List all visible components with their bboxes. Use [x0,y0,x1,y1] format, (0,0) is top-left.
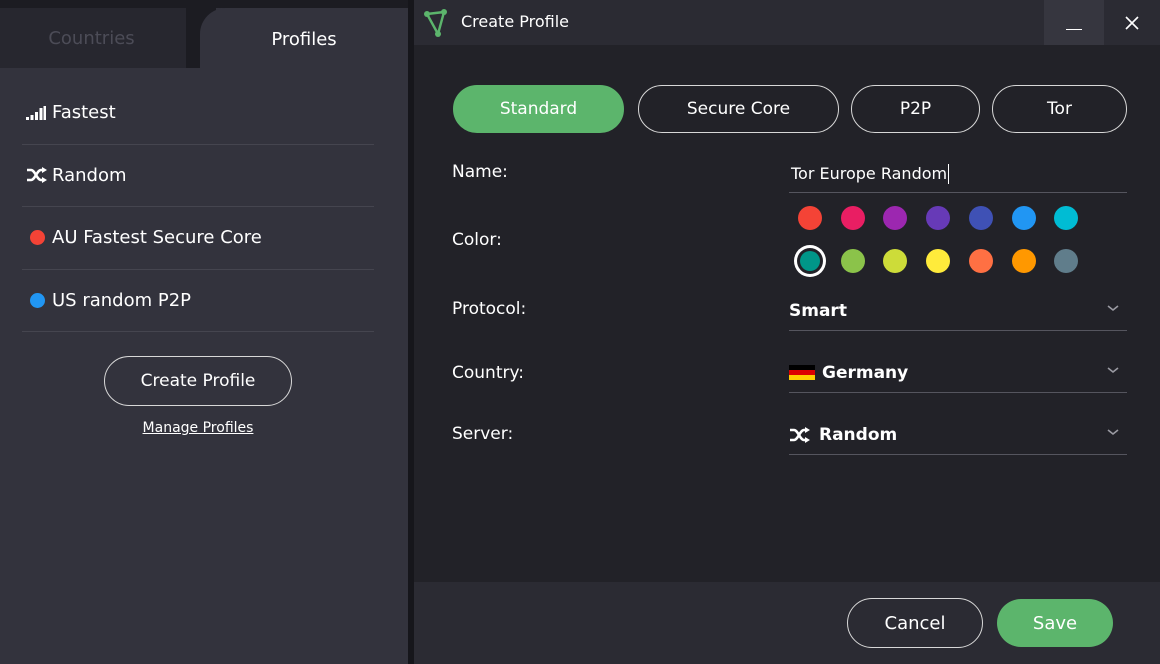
color-dot-icon [22,228,52,248]
profile-color-dot [30,230,45,246]
sidebar-panel: Countries Profiles Fastest Random AU Fas… [0,0,408,664]
dialog-title: Create Profile [461,12,569,31]
profile-list: Fastest Random AU Fastest Secure Core US… [22,82,374,332]
tab-p2p[interactable]: P2P [851,85,980,133]
color-dot-icon [22,290,52,310]
tab-p2p-label: P2P [899,99,932,119]
create-profile-dialog: Create Profile Standard Secure Core P2P … [414,0,1160,664]
germany-flag-icon [789,364,815,381]
color-swatch[interactable] [968,206,993,230]
shuffle-icon [789,426,811,443]
color-swatch[interactable] [883,206,908,230]
title-bar: Create Profile [414,0,1160,45]
color-label: Color: [452,230,502,250]
close-icon [1125,15,1139,30]
color-swatch[interactable] [926,249,951,273]
color-swatch[interactable] [800,251,820,271]
profile-label: Random [52,164,127,186]
shuffle-icon [22,165,52,185]
tab-profiles-label: Profiles [271,28,337,50]
color-swatch[interactable] [840,206,865,230]
country-select[interactable]: Germany [789,353,1127,393]
tab-secure-core[interactable]: Secure Core [638,85,839,133]
name-input[interactable]: Tor Europe Random [789,155,1127,193]
color-swatch[interactable] [968,249,993,273]
protocol-value: Smart [789,300,847,321]
minimize-button[interactable] [1044,0,1104,45]
profile-label: US random P2P [52,289,192,311]
profile-item-us-random-p2p[interactable]: US random P2P [22,270,374,332]
cancel-label: Cancel [884,612,946,634]
server-value: Random [819,424,898,445]
color-swatch[interactable] [1011,206,1036,230]
protocol-select[interactable]: Smart [789,291,1127,331]
color-swatch[interactable] [840,249,865,273]
cancel-button[interactable]: Cancel [847,598,983,648]
signal-bars-icon [22,103,52,123]
chevron-down-icon [1107,429,1119,436]
protocol-label: Protocol: [452,299,527,319]
color-swatch[interactable] [1054,206,1079,230]
profile-label: AU Fastest Secure Core [52,227,262,249]
server-select[interactable]: Random [789,415,1127,455]
top-strip [0,0,408,8]
tab-standard-label: Standard [499,99,578,119]
close-button[interactable] [1104,0,1160,45]
name-label: Name: [452,162,508,182]
color-swatch[interactable] [1011,249,1036,273]
profile-item-fastest[interactable]: Fastest [22,82,374,145]
profile-type-tabs: Standard Secure Core P2P Tor [414,85,1160,133]
color-swatch[interactable] [926,206,951,230]
profile-item-random[interactable]: Random [22,145,374,207]
tab-tor[interactable]: Tor [992,85,1127,133]
create-profile-button[interactable]: Create Profile [104,356,292,406]
tab-standard[interactable]: Standard [453,85,624,133]
create-profile-label: Create Profile [140,371,256,391]
dialog-footer: Cancel Save [414,582,1160,664]
color-swatch[interactable] [1054,249,1079,273]
manage-profiles-link[interactable]: Manage Profiles [104,420,292,436]
protonvpn-logo-icon [422,8,450,38]
color-swatch[interactable] [798,206,822,230]
country-label: Country: [452,363,525,383]
tab-profiles[interactable]: Profiles [200,8,408,70]
name-input-value: Tor Europe Random [791,164,948,183]
server-label: Server: [452,424,514,444]
chevron-down-icon [1107,367,1119,374]
chevron-down-icon [1107,305,1119,312]
color-swatch[interactable] [883,249,908,273]
text-caret [948,163,950,184]
tab-countries[interactable]: Countries [0,8,205,68]
country-value: Germany [822,362,909,383]
profile-label: Fastest [52,102,116,124]
save-label: Save [1032,612,1078,634]
tab-secure-core-label: Secure Core [686,99,791,119]
tab-countries-label: Countries [48,27,135,49]
save-button[interactable]: Save [997,599,1113,647]
minimize-icon [1066,28,1082,31]
profile-item-au-fastest-secure-core[interactable]: AU Fastest Secure Core [22,207,374,270]
tab-tor-label: Tor [1047,99,1072,119]
profile-color-dot [30,292,45,308]
